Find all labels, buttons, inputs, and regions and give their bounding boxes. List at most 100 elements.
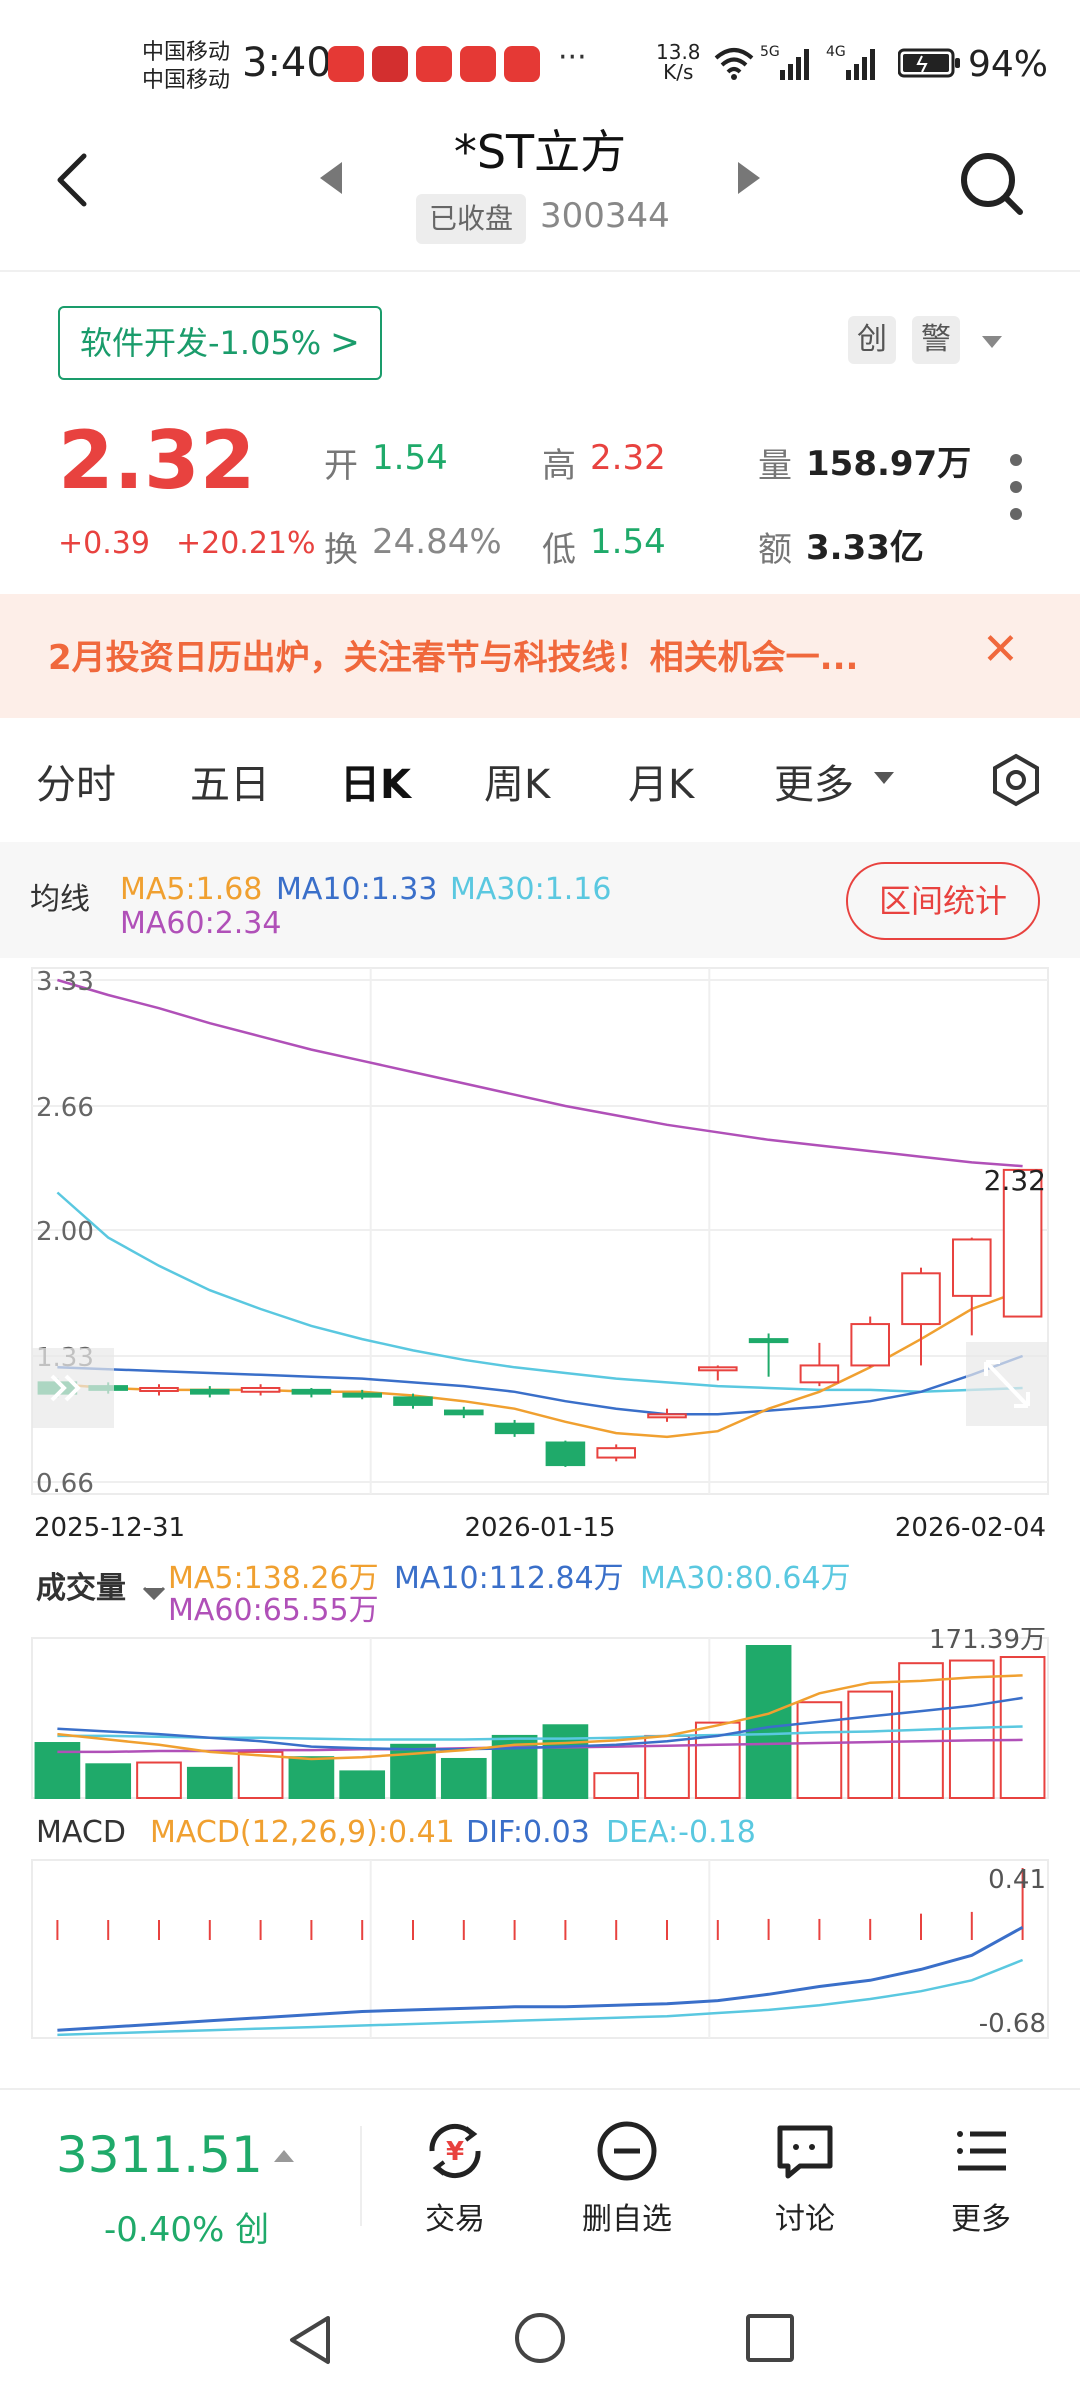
low-label: 低 [542, 530, 576, 570]
carrier-2: 中国移动 [142, 68, 231, 93]
notification-app-icon [504, 46, 540, 82]
macd-title: MACD [36, 1815, 126, 1850]
banner-close-icon[interactable]: ✕ [982, 624, 1019, 675]
discussion-button[interactable]: 讨论 [740, 2116, 870, 2256]
status-bar: 中国移动 中国移动 3:40 ··· 13.8 K/s 5G 4G 94% [0, 0, 1080, 110]
vol-ma30-value: MA30:80.64万 [640, 1561, 851, 1596]
kline-y-tick: 2.66 [36, 1093, 94, 1123]
kline-ma60-line [57, 978, 1023, 1168]
discussion-label: 讨论 [775, 2202, 835, 2237]
next-stock-button[interactable] [738, 162, 760, 194]
tab-monthly-k[interactable]: 月K [628, 752, 694, 810]
chevron-down-icon[interactable] [142, 1586, 166, 1601]
amount-value: 3.33亿 [806, 528, 924, 568]
kline-candle-down [748, 1338, 789, 1344]
battery-icon [898, 48, 960, 78]
tag-alert[interactable]: 警 [912, 316, 960, 364]
high-value: 2.32 [590, 438, 666, 478]
volume-chart[interactable]: 成交量 MA5:138.26万 MA10:112.84万 MA30:80.64万… [0, 1550, 1080, 1810]
macd-lines [57, 1925, 1024, 2037]
trade-icon: ¥ [429, 2123, 481, 2179]
trade-button[interactable]: ¥ 交易 [390, 2116, 520, 2256]
kline-candle-down [545, 1441, 586, 1467]
turnover-label: 换 [324, 530, 358, 570]
kline-y-tick: 0.66 [36, 1469, 94, 1499]
kline-candle-up [698, 1366, 738, 1372]
macd-chart[interactable]: MACD MACD(12,26,9):0.41 DIF:0.03 DEA:-0.… [0, 1806, 1080, 2048]
macd-dea-line [57, 1958, 1024, 2037]
kline-candles [37, 1168, 1043, 1467]
volume-bar-up [237, 1750, 284, 1799]
more-label: 更多 [951, 2202, 1011, 2237]
more-options-icon[interactable] [1008, 452, 1024, 522]
price-change: +0.39 [58, 526, 150, 561]
prev-stock-button[interactable] [320, 162, 342, 194]
chevron-up-icon[interactable] [274, 2150, 294, 2162]
market-status-tag: 已收盘 [416, 194, 526, 244]
tab-daily-k[interactable]: 日K [340, 752, 411, 810]
more-button[interactable]: 更多 [916, 2116, 1046, 2256]
signal-4g-label: 4G [826, 44, 846, 60]
status-time: 3:40 [242, 40, 332, 86]
network-speed: 13.8 K/s [656, 40, 701, 84]
open-value: 1.54 [372, 438, 448, 478]
volume-bars [34, 1645, 1046, 1800]
tab-weekly-k[interactable]: 周K [484, 752, 550, 810]
tag-chuang[interactable]: 创 [848, 316, 896, 364]
stock-title: *ST立方 [453, 125, 627, 179]
battery-percent: 94% [968, 44, 1049, 85]
last-price-label: 2.32 [984, 1164, 1046, 1197]
macd-histogram [56, 1868, 1024, 1940]
vol-ma60-value: MA60:65.55万 [168, 1593, 379, 1628]
volume-label: 量 [758, 446, 792, 486]
kline-candle-up [901, 1272, 941, 1326]
stock-code: 300344 [540, 196, 670, 236]
promo-banner[interactable]: 2月投资日历出炉，关注春节与科技线！相关机会一... ✕ [0, 594, 1080, 718]
banner-text: 2月投资日历出炉，关注春节与科技线！相关机会一... [48, 638, 859, 678]
dea-value: DEA:-0.18 [606, 1815, 756, 1850]
sector-button[interactable]: 软件开发-1.05% > [58, 306, 382, 380]
dif-value: DIF:0.03 [466, 1815, 590, 1850]
volume-bar-down [745, 1645, 792, 1799]
chevron-down-icon[interactable] [874, 772, 894, 784]
trade-label: 交易 [425, 2202, 485, 2237]
bottom-action-bar: 3311.51 -0.40% 创 ¥ 交易 删自选 讨论 更多 [0, 2088, 1080, 2280]
kline-candle-down [444, 1409, 484, 1416]
kline-candle-up [240, 1386, 281, 1393]
macd-dif-line [57, 1925, 1024, 2032]
kline-candle-up [850, 1323, 890, 1367]
tab-five-day[interactable]: 五日 [190, 752, 270, 810]
index-value[interactable]: 3311.51 [56, 2126, 263, 2184]
menu-list-icon [957, 2131, 1006, 2171]
volume-bar-down [186, 1766, 233, 1799]
header-divider [0, 270, 1080, 272]
signal-5g-label: 5G [760, 44, 780, 60]
system-nav-bar [0, 2280, 1080, 2400]
turnover-value: 24.84% [372, 522, 502, 562]
kline-ma-lines [56, 978, 1024, 1439]
ma5-value: MA5:1.68 [120, 872, 263, 907]
search-button[interactable] [956, 148, 1026, 218]
vol-ma5-value: MA5:138.26万 [168, 1561, 379, 1596]
nav-recents-icon[interactable] [742, 2310, 798, 2366]
kline-chart[interactable]: 3.332.662.001.330.66 2025-12-312026-01-1… [0, 958, 1080, 1548]
volume-bar-down [85, 1763, 132, 1800]
volume-bar-up [136, 1761, 182, 1799]
nav-back-icon[interactable] [284, 2312, 340, 2368]
chevron-down-icon[interactable] [982, 336, 1002, 348]
chart-settings-icon[interactable] [988, 752, 1044, 808]
chevron-right-icon: > [329, 322, 360, 363]
tab-intraday[interactable]: 分时 [36, 752, 116, 810]
nav-home-icon[interactable] [512, 2310, 568, 2366]
vol-ma10-value: MA10:112.84万 [394, 1561, 624, 1596]
kline-candle-up [596, 1447, 636, 1459]
scroll-left-button[interactable] [32, 1348, 114, 1428]
back-button[interactable] [48, 150, 98, 210]
remove-watchlist-button[interactable]: 删自选 [562, 2116, 692, 2256]
volume-max-label: 171.39万 [929, 1625, 1046, 1655]
range-statistics-button[interactable]: 区间统计 [846, 862, 1040, 940]
volume-title: 成交量 [36, 1571, 126, 1606]
minus-circle-icon [597, 2121, 657, 2181]
tab-more[interactable]: 更多 [774, 752, 854, 810]
volume-bar-up [796, 1701, 843, 1799]
